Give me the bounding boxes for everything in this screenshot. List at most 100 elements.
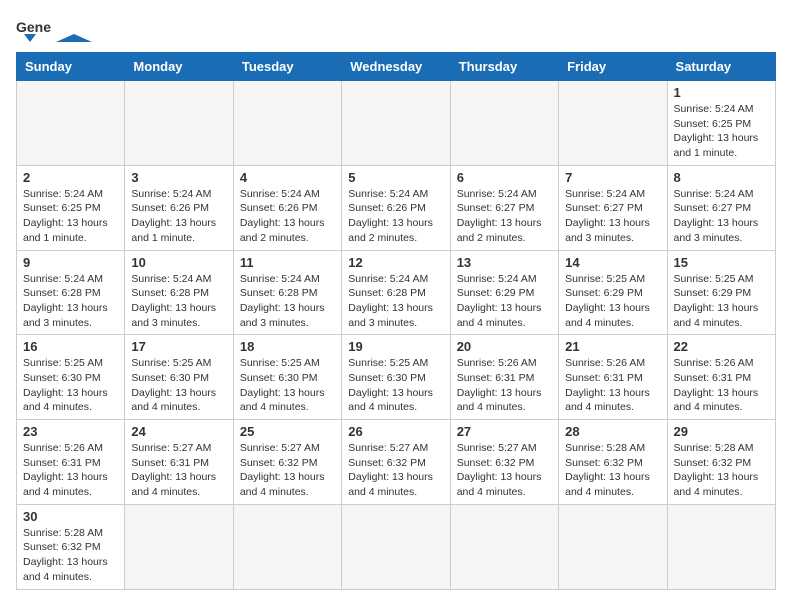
week-row-3: 9 Sunrise: 5:24 AM Sunset: 6:28 PM Daylig…: [17, 250, 776, 335]
day-info: Sunrise: 5:24 AM Sunset: 6:29 PM Dayligh…: [457, 272, 552, 331]
calendar-cell: [450, 504, 558, 589]
day-info: Sunrise: 5:24 AM Sunset: 6:26 PM Dayligh…: [348, 187, 443, 246]
calendar-cell: 21 Sunrise: 5:26 AM Sunset: 6:31 PM Dayli…: [559, 335, 667, 420]
day-info: Sunrise: 5:24 AM Sunset: 6:25 PM Dayligh…: [23, 187, 118, 246]
day-number: 1: [674, 85, 769, 100]
week-row-5: 23 Sunrise: 5:26 AM Sunset: 6:31 PM Dayli…: [17, 420, 776, 505]
day-info: Sunrise: 5:24 AM Sunset: 6:27 PM Dayligh…: [457, 187, 552, 246]
day-number: 11: [240, 255, 335, 270]
calendar-cell: 11 Sunrise: 5:24 AM Sunset: 6:28 PM Dayli…: [233, 250, 341, 335]
day-number: 25: [240, 424, 335, 439]
day-number: 21: [565, 339, 660, 354]
day-number: 23: [23, 424, 118, 439]
calendar-cell: 22Sunrise: 5:26 AM Sunset: 6:31 PM Dayli…: [667, 335, 775, 420]
weekday-header-wednesday: Wednesday: [342, 53, 450, 81]
calendar-cell: 25 Sunrise: 5:27 AM Sunset: 6:32 PM Dayli…: [233, 420, 341, 505]
weekday-header-monday: Monday: [125, 53, 233, 81]
calendar-cell: [342, 81, 450, 166]
day-number: 20: [457, 339, 552, 354]
weekday-header-sunday: Sunday: [17, 53, 125, 81]
logo-icon: General: [16, 16, 52, 44]
day-info: Sunrise: 5:24 AM Sunset: 6:28 PM Dayligh…: [131, 272, 226, 331]
header: General: [16, 16, 776, 44]
calendar-cell: 20 Sunrise: 5:26 AM Sunset: 6:31 PM Dayli…: [450, 335, 558, 420]
calendar-cell: 4Sunrise: 5:24 AM Sunset: 6:26 PM Daylig…: [233, 165, 341, 250]
day-number: 3: [131, 170, 226, 185]
calendar-cell: 14Sunrise: 5:25 AM Sunset: 6:29 PM Dayli…: [559, 250, 667, 335]
calendar-table: SundayMondayTuesdayWednesdayThursdayFrid…: [16, 52, 776, 590]
logo-triangle: [56, 34, 92, 42]
day-info: Sunrise: 5:24 AM Sunset: 6:28 PM Dayligh…: [23, 272, 118, 331]
day-info: Sunrise: 5:26 AM Sunset: 6:31 PM Dayligh…: [457, 356, 552, 415]
day-info: Sunrise: 5:24 AM Sunset: 6:28 PM Dayligh…: [348, 272, 443, 331]
day-number: 7: [565, 170, 660, 185]
calendar-cell: 27 Sunrise: 5:27 AM Sunset: 6:32 PM Dayli…: [450, 420, 558, 505]
day-info: Sunrise: 5:24 AM Sunset: 6:28 PM Dayligh…: [240, 272, 335, 331]
day-number: 10: [131, 255, 226, 270]
day-number: 15: [674, 255, 769, 270]
calendar-cell: [17, 81, 125, 166]
week-row-4: 16Sunrise: 5:25 AM Sunset: 6:30 PM Dayli…: [17, 335, 776, 420]
day-number: 18: [240, 339, 335, 354]
day-info: Sunrise: 5:27 AM Sunset: 6:32 PM Dayligh…: [348, 441, 443, 500]
calendar-cell: 26 Sunrise: 5:27 AM Sunset: 6:32 PM Dayli…: [342, 420, 450, 505]
day-info: Sunrise: 5:24 AM Sunset: 6:27 PM Dayligh…: [674, 187, 769, 246]
week-row-6: 30Sunrise: 5:28 AM Sunset: 6:32 PM Dayli…: [17, 504, 776, 589]
day-number: 19: [348, 339, 443, 354]
day-info: Sunrise: 5:26 AM Sunset: 6:31 PM Dayligh…: [565, 356, 660, 415]
day-info: Sunrise: 5:25 AM Sunset: 6:30 PM Dayligh…: [240, 356, 335, 415]
calendar-cell: 16Sunrise: 5:25 AM Sunset: 6:30 PM Dayli…: [17, 335, 125, 420]
calendar-cell: 18 Sunrise: 5:25 AM Sunset: 6:30 PM Dayli…: [233, 335, 341, 420]
calendar-cell: 17 Sunrise: 5:25 AM Sunset: 6:30 PM Dayli…: [125, 335, 233, 420]
day-info: Sunrise: 5:28 AM Sunset: 6:32 PM Dayligh…: [674, 441, 769, 500]
day-info: Sunrise: 5:27 AM Sunset: 6:32 PM Dayligh…: [240, 441, 335, 500]
day-number: 26: [348, 424, 443, 439]
calendar-cell: [233, 81, 341, 166]
day-number: 17: [131, 339, 226, 354]
calendar-cell: 2Sunrise: 5:24 AM Sunset: 6:25 PM Daylig…: [17, 165, 125, 250]
day-number: 12: [348, 255, 443, 270]
calendar-cell: [667, 504, 775, 589]
calendar-cell: 15 Sunrise: 5:25 AM Sunset: 6:29 PM Dayli…: [667, 250, 775, 335]
calendar-cell: 3 Sunrise: 5:24 AM Sunset: 6:26 PM Daylig…: [125, 165, 233, 250]
day-info: Sunrise: 5:24 AM Sunset: 6:25 PM Dayligh…: [674, 102, 769, 161]
day-info: Sunrise: 5:25 AM Sunset: 6:29 PM Dayligh…: [674, 272, 769, 331]
day-info: Sunrise: 5:26 AM Sunset: 6:31 PM Dayligh…: [23, 441, 118, 500]
day-number: 5: [348, 170, 443, 185]
week-row-1: 1 Sunrise: 5:24 AM Sunset: 6:25 PM Daylig…: [17, 81, 776, 166]
calendar-cell: 9 Sunrise: 5:24 AM Sunset: 6:28 PM Daylig…: [17, 250, 125, 335]
calendar-cell: 6 Sunrise: 5:24 AM Sunset: 6:27 PM Daylig…: [450, 165, 558, 250]
week-row-2: 2Sunrise: 5:24 AM Sunset: 6:25 PM Daylig…: [17, 165, 776, 250]
day-info: Sunrise: 5:27 AM Sunset: 6:32 PM Dayligh…: [457, 441, 552, 500]
day-info: Sunrise: 5:25 AM Sunset: 6:30 PM Dayligh…: [23, 356, 118, 415]
day-info: Sunrise: 5:25 AM Sunset: 6:30 PM Dayligh…: [348, 356, 443, 415]
calendar-cell: 5 Sunrise: 5:24 AM Sunset: 6:26 PM Daylig…: [342, 165, 450, 250]
calendar-cell: [559, 504, 667, 589]
day-info: Sunrise: 5:24 AM Sunset: 6:26 PM Dayligh…: [131, 187, 226, 246]
calendar-cell: 24Sunrise: 5:27 AM Sunset: 6:31 PM Dayli…: [125, 420, 233, 505]
day-number: 28: [565, 424, 660, 439]
day-number: 8: [674, 170, 769, 185]
day-number: 14: [565, 255, 660, 270]
calendar-cell: 10 Sunrise: 5:24 AM Sunset: 6:28 PM Dayli…: [125, 250, 233, 335]
weekday-header-thursday: Thursday: [450, 53, 558, 81]
day-number: 9: [23, 255, 118, 270]
svg-text:General: General: [16, 19, 52, 35]
calendar-cell: 19 Sunrise: 5:25 AM Sunset: 6:30 PM Dayli…: [342, 335, 450, 420]
day-info: Sunrise: 5:24 AM Sunset: 6:26 PM Dayligh…: [240, 187, 335, 246]
calendar-cell: 29Sunrise: 5:28 AM Sunset: 6:32 PM Dayli…: [667, 420, 775, 505]
calendar-cell: 12 Sunrise: 5:24 AM Sunset: 6:28 PM Dayli…: [342, 250, 450, 335]
day-number: 6: [457, 170, 552, 185]
day-info: Sunrise: 5:28 AM Sunset: 6:32 PM Dayligh…: [23, 526, 118, 585]
calendar-cell: 30Sunrise: 5:28 AM Sunset: 6:32 PM Dayli…: [17, 504, 125, 589]
calendar-cell: [342, 504, 450, 589]
day-info: Sunrise: 5:27 AM Sunset: 6:31 PM Dayligh…: [131, 441, 226, 500]
calendar-cell: [559, 81, 667, 166]
logo: General: [16, 16, 92, 44]
day-number: 27: [457, 424, 552, 439]
day-info: Sunrise: 5:25 AM Sunset: 6:30 PM Dayligh…: [131, 356, 226, 415]
day-number: 13: [457, 255, 552, 270]
weekday-header-friday: Friday: [559, 53, 667, 81]
calendar-cell: 8 Sunrise: 5:24 AM Sunset: 6:27 PM Daylig…: [667, 165, 775, 250]
calendar-cell: [125, 81, 233, 166]
